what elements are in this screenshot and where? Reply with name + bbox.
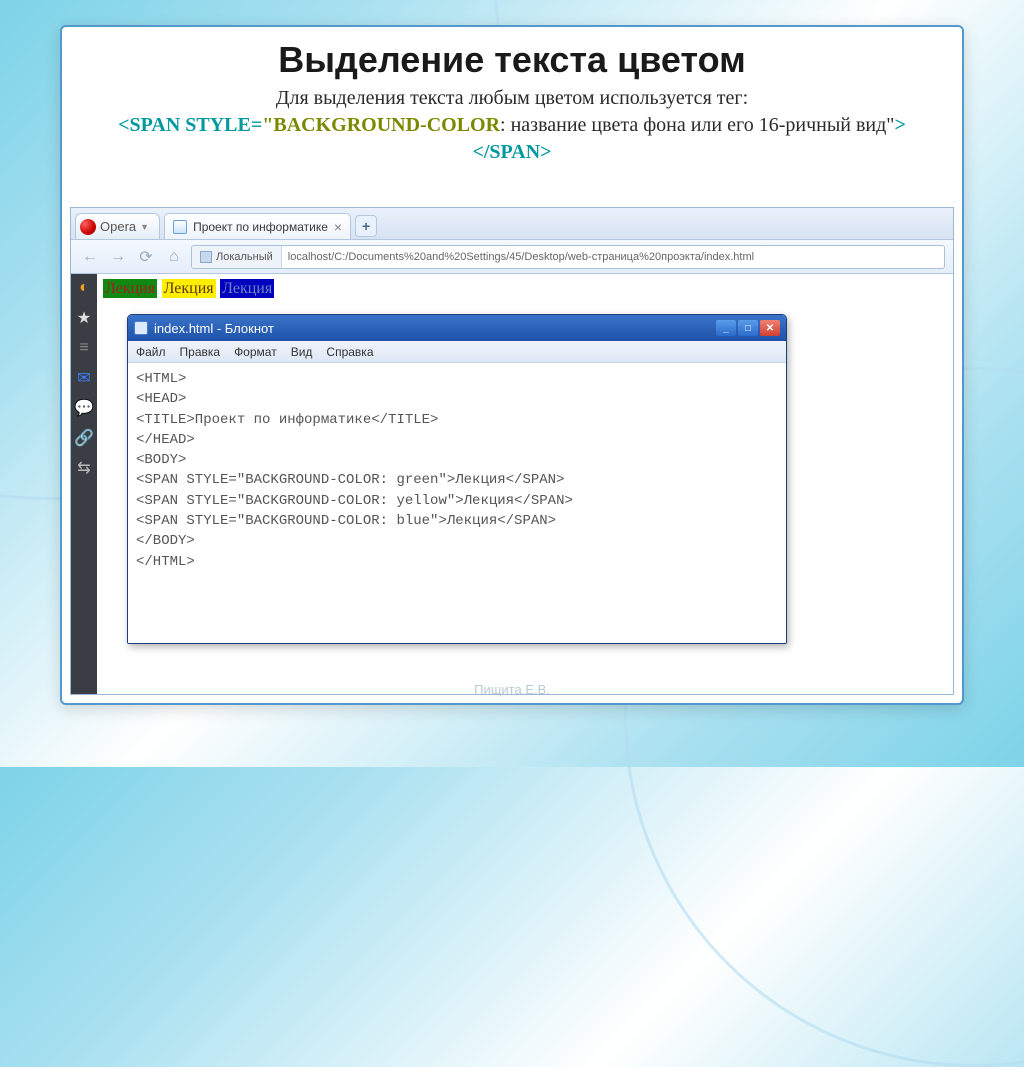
code-line: <BODY> bbox=[136, 452, 186, 468]
menu-format[interactable]: Формат bbox=[234, 345, 277, 359]
menu-file[interactable]: Файл bbox=[136, 345, 166, 359]
notepad-title-text: index.html - Блокнот bbox=[154, 321, 274, 336]
chevron-down-icon: ▼ bbox=[140, 222, 149, 232]
forward-button[interactable]: → bbox=[107, 246, 129, 268]
code-line: </BODY> bbox=[136, 533, 195, 549]
menu-view[interactable]: Вид bbox=[291, 345, 313, 359]
new-tab-button[interactable]: + bbox=[355, 215, 377, 237]
highlight-yellow: Лекция bbox=[162, 279, 216, 298]
reload-button[interactable]: ⟳ bbox=[135, 246, 157, 268]
address-origin: Локальный bbox=[192, 246, 282, 268]
tab-title: Проект по информатике bbox=[193, 220, 328, 234]
nav-toolbar: ← → ⟳ ⌂ Локальный localhost/C:/Documents… bbox=[71, 240, 953, 274]
code-line: <HEAD> bbox=[136, 391, 186, 407]
tag-open-span: <SPAN STYLE= bbox=[118, 114, 262, 136]
star-icon[interactable]: ★ bbox=[76, 310, 92, 326]
browser-tab[interactable]: Проект по информатике × bbox=[164, 213, 351, 239]
notepad-icon bbox=[134, 321, 148, 335]
mail-icon[interactable]: ✉ bbox=[76, 370, 92, 386]
slide-subtitle: Для выделения текста любым цветом исполь… bbox=[62, 85, 962, 166]
opera-icon bbox=[80, 219, 96, 235]
address-bar[interactable]: Локальный localhost/C:/Documents%20and%2… bbox=[191, 245, 945, 269]
link-icon[interactable]: 🔗 bbox=[76, 430, 92, 446]
code-line: </HEAD> bbox=[136, 432, 195, 448]
code-line: <SPAN STYLE="BACKGROUND-COLOR: yellow">Л… bbox=[136, 493, 573, 509]
page-icon bbox=[173, 220, 187, 234]
notepad-titlebar[interactable]: index.html - Блокнот _ □ ✕ bbox=[128, 315, 786, 341]
tab-strip: Opera ▼ Проект по информатике × + bbox=[71, 208, 953, 240]
notepad-menubar: Файл Правка Формат Вид Справка bbox=[128, 341, 786, 363]
menu-help[interactable]: Справка bbox=[326, 345, 373, 359]
maximize-button[interactable]: □ bbox=[738, 320, 758, 336]
slide-title: Выделение текста цветом bbox=[62, 27, 962, 85]
bookmark-icon[interactable]: ◐ bbox=[76, 280, 92, 296]
subtitle-text-2: : название цвета фона или его 16-ричный … bbox=[500, 114, 894, 136]
chat-icon[interactable]: 💬 bbox=[76, 400, 92, 416]
address-path: localhost/C:/Documents%20and%20Settings/… bbox=[282, 251, 760, 263]
sync-icon[interactable]: ⇆ bbox=[76, 460, 92, 476]
page-content: Лекция Лекция Лекция index.html - Блокно… bbox=[97, 274, 953, 694]
code-line: </HTML> bbox=[136, 554, 195, 570]
window-buttons: _ □ ✕ bbox=[716, 320, 780, 336]
notepad-text-area[interactable]: <HTML> <HEAD> <TITLE>Проект по информати… bbox=[128, 363, 786, 643]
code-line: <SPAN STYLE="BACKGROUND-COLOR: green">Ле… bbox=[136, 472, 564, 488]
close-button[interactable]: ✕ bbox=[760, 320, 780, 336]
code-line: <SPAN STYLE="BACKGROUND-COLOR: blue">Лек… bbox=[136, 513, 556, 529]
side-panel: ◐ ★ ≡ ✉ 💬 🔗 ⇆ bbox=[71, 274, 97, 694]
code-line: <TITLE>Проект по информатике</TITLE> bbox=[136, 412, 438, 428]
close-tab-icon[interactable]: × bbox=[334, 220, 342, 234]
home-button[interactable]: ⌂ bbox=[163, 246, 185, 268]
tag-bgcolor: "BACKGROUND-COLOR bbox=[262, 114, 500, 136]
local-icon bbox=[200, 251, 212, 263]
minimize-button[interactable]: _ bbox=[716, 320, 736, 336]
subtitle-text-1: Для выделения текста любым цветом исполь… bbox=[276, 87, 748, 109]
footer-credit: Пищита Е.В. bbox=[62, 682, 962, 697]
highlight-blue: Лекция bbox=[220, 279, 274, 298]
notepad-window: index.html - Блокнот _ □ ✕ Файл Правка Ф… bbox=[127, 314, 787, 644]
slide-frame: Выделение текста цветом Для выделения те… bbox=[60, 25, 964, 705]
browser-window: Opera ▼ Проект по информатике × + ← → ⟳ … bbox=[70, 207, 954, 695]
highlight-green: Лекция bbox=[103, 279, 157, 298]
menu-edit[interactable]: Правка bbox=[180, 345, 221, 359]
page-body: ◐ ★ ≡ ✉ 💬 🔗 ⇆ Лекция Лекция Лекция index… bbox=[71, 274, 953, 694]
back-button[interactable]: ← bbox=[79, 246, 101, 268]
opera-label: Opera bbox=[100, 219, 136, 234]
code-line: <HTML> bbox=[136, 371, 186, 387]
address-local-label: Локальный bbox=[216, 251, 273, 263]
feed-icon[interactable]: ≡ bbox=[76, 340, 92, 356]
opera-menu-button[interactable]: Opera ▼ bbox=[75, 213, 160, 239]
